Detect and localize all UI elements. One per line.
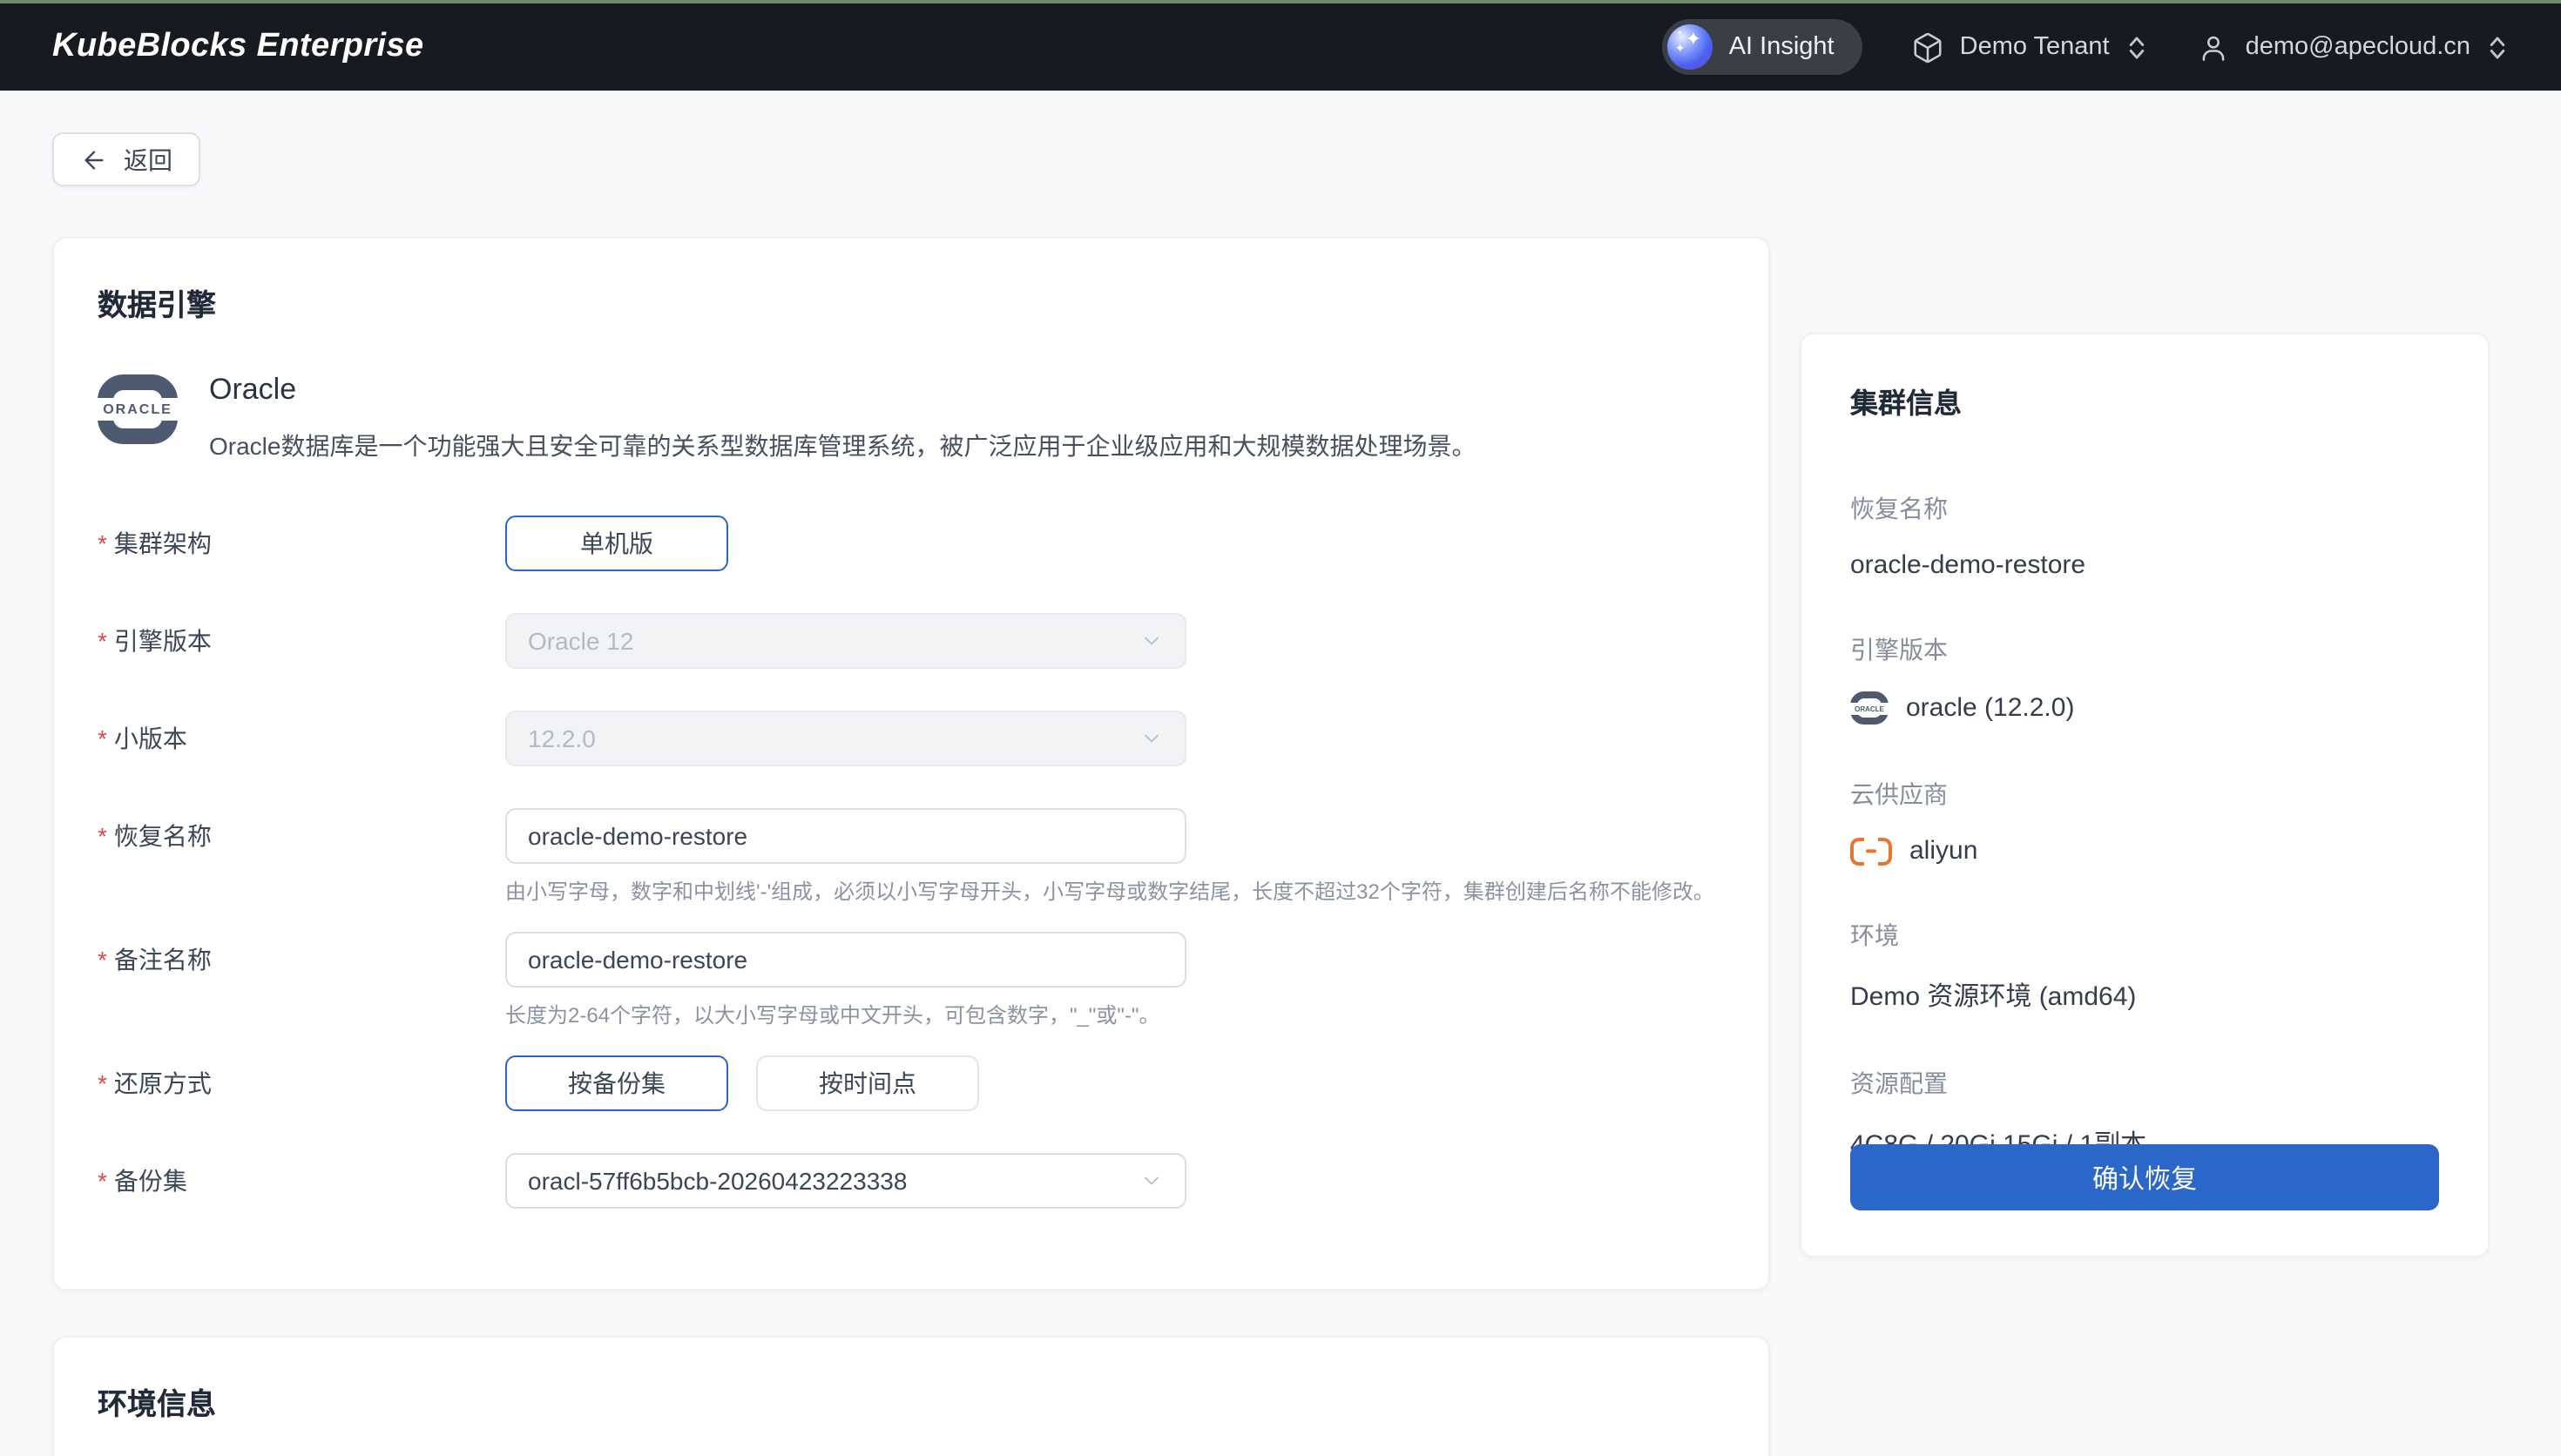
- required-asterisk: *: [98, 1166, 107, 1195]
- topbar-right-group: ✦ ✦ ✦ AI Insight Demo Tenant demo@apeclo…: [1662, 19, 2509, 75]
- engine-version-label: * 引擎版本: [98, 627, 212, 656]
- user-expand-icon: [2490, 36, 2505, 58]
- info-engine-version-label: 引擎版本: [1850, 636, 1948, 664]
- content-columns: 数据引擎 ORACLE Oracle Oracle数据库是一个功能强大且安全可靠…: [52, 237, 2509, 1456]
- required-asterisk: *: [98, 1068, 107, 1097]
- info-cloud-provider-value: aliyun: [1850, 836, 2439, 866]
- note-name-help: 长度为2-64个字符，以大小写字母或中文开头，可包含数字，"_"或"-"。: [505, 1003, 1160, 1028]
- form-row-backup-set: * 备份集 oracl-57ff6b5bcb-20260423223338: [98, 1152, 1725, 1209]
- page-body: 返回 数据引擎 ORACLE Oracle Oracle数据库是一个功能强大且安…: [0, 91, 2561, 1456]
- chevron-down-icon: [1145, 637, 1159, 646]
- minor-version-label: * 小版本: [98, 725, 187, 753]
- form-row-note-name: *备注名称 长度为2-64个字符，以大小写字母或中文开头，可包含数字，"_"或"…: [98, 932, 1725, 1031]
- restore-method-by-backup-button[interactable]: 按备份集: [505, 1055, 728, 1111]
- info-environment-value: Demo 资源环境 (amd64): [1850, 982, 2137, 1012]
- info-engine-version-value: ORACLE oracle (12.2.0): [1849, 691, 2439, 725]
- form-row-minor-version: * 小版本 12.2.0: [98, 711, 1725, 767]
- oracle-mini-icon: ORACLE: [1849, 691, 1889, 725]
- confirm-button-wrap: 确认恢复: [1850, 1144, 2439, 1210]
- restore-method-options: 按备份集 按时间点: [505, 1055, 979, 1111]
- data-engine-card: 数据引擎 ORACLE Oracle Oracle数据库是一个功能强大且安全可靠…: [52, 237, 1770, 1291]
- environment-info-title: 环境信息: [98, 1387, 216, 1421]
- user-menu[interactable]: demo@apecloud.cn: [2197, 30, 2509, 64]
- ai-insight-label: AI Insight: [1728, 33, 1835, 61]
- form-row-restore-name: *恢复名称 由小写字母，数字和中划线'-'组成，必须以小写字母开头，小写字母或数…: [98, 808, 1725, 908]
- restore-method-by-time-button[interactable]: 按时间点: [756, 1055, 979, 1111]
- tenant-selector[interactable]: Demo Tenant: [1911, 30, 2148, 64]
- restore-name-label: * 恢复名称: [98, 822, 212, 851]
- info-resources-label: 资源配置: [1850, 1069, 1948, 1097]
- tenant-expand-icon: [2129, 36, 2144, 58]
- engine-description: Oracle数据库是一个功能强大且安全可靠的关系型数据库管理系统，被广泛应用于企…: [209, 432, 1476, 460]
- tenant-name: Demo Tenant: [1959, 33, 2110, 61]
- user-icon: [2202, 35, 2224, 60]
- restore-name-field-group: 由小写字母，数字和中划线'-'组成，必须以小写字母开头，小写字母或数字结尾，长度…: [505, 808, 1714, 908]
- required-asterisk: *: [98, 822, 107, 851]
- engine-version-select[interactable]: Oracle 12: [505, 613, 1186, 670]
- form-row-engine-version: * 引擎版本 Oracle 12: [98, 613, 1725, 670]
- required-asterisk: *: [98, 529, 107, 558]
- arrow-left-icon: [84, 150, 104, 169]
- cluster-arch-standalone-button[interactable]: 单机版: [505, 516, 728, 572]
- restore-method-label: * 还原方式: [98, 1068, 212, 1097]
- note-name-field-group: 长度为2-64个字符，以大小写字母或中文开头，可包含数字，"_"或"-"。: [505, 932, 1186, 1031]
- cluster-info-card: 集群信息 恢复名称 oracle-demo-restore 引擎版本 ORACL…: [1800, 333, 2490, 1257]
- oracle-logo-icon: ORACLE: [98, 374, 178, 444]
- engine-texts: Oracle Oracle数据库是一个功能强大且安全可靠的关系型数据库管理系统，…: [209, 369, 1476, 464]
- environment-info-card: 环境信息: [52, 1335, 1770, 1456]
- chevron-down-icon: [1145, 1176, 1159, 1185]
- cluster-info-title: 集群信息: [1850, 390, 1963, 420]
- tenant-cube-icon: [1914, 31, 1942, 63]
- form-row-restore-method: * 还原方式 按备份集 按时间点: [98, 1055, 1725, 1111]
- info-restore-name-value: oracle-demo-restore: [1850, 550, 2086, 580]
- chevron-down-icon: [1145, 735, 1159, 744]
- info-cloud-provider-label: 云供应商: [1850, 780, 1948, 808]
- cluster-arch-label: * 集群架构: [98, 529, 212, 558]
- info-environment-label: 环境: [1850, 921, 1899, 949]
- back-button-label: 返回: [124, 145, 172, 173]
- ai-sparkle-icon: ✦ ✦ ✦: [1667, 24, 1713, 70]
- minor-version-value: 12.2.0: [528, 725, 596, 753]
- restore-name-help: 由小写字母，数字和中划线'-'组成，必须以小写字母开头，小写字母或数字结尾，长度…: [505, 880, 1714, 905]
- engine-name: Oracle: [209, 373, 297, 406]
- app-viewport: KubeBlocks Enterprise ✦ ✦ ✦ AI Insight D…: [0, 0, 2561, 1456]
- engine-header: ORACLE Oracle Oracle数据库是一个功能强大且安全可靠的关系型数…: [98, 369, 1725, 464]
- info-restore-name-label: 恢复名称: [1850, 495, 1948, 522]
- required-asterisk: *: [98, 946, 107, 974]
- confirm-restore-button[interactable]: 确认恢复: [1850, 1144, 2439, 1210]
- engine-version-value: Oracle 12: [528, 627, 634, 656]
- required-asterisk: *: [98, 725, 107, 753]
- restore-name-input[interactable]: [505, 808, 1186, 865]
- user-email: demo@apecloud.cn: [2245, 33, 2470, 61]
- data-engine-title: 数据引擎: [98, 289, 216, 322]
- left-column: 数据引擎 ORACLE Oracle Oracle数据库是一个功能强大且安全可靠…: [52, 237, 1770, 1456]
- form-row-cluster-arch: * 集群架构 单机版: [98, 516, 1725, 572]
- note-name-input[interactable]: [505, 932, 1186, 988]
- back-button[interactable]: 返回: [52, 132, 200, 186]
- backup-set-label: * 备份集: [98, 1166, 187, 1195]
- minor-version-select[interactable]: 12.2.0: [505, 711, 1186, 767]
- required-asterisk: *: [98, 627, 107, 656]
- aliyun-icon: [1850, 837, 1892, 865]
- backup-set-value: oracl-57ff6b5bcb-20260423223338: [528, 1166, 908, 1195]
- note-name-label: * 备注名称: [98, 946, 212, 974]
- app-logo: KubeBlocks Enterprise: [52, 28, 424, 64]
- ai-insight-button[interactable]: ✦ ✦ ✦ AI Insight: [1662, 19, 1862, 75]
- backup-set-select[interactable]: oracl-57ff6b5bcb-20260423223338: [505, 1152, 1186, 1209]
- top-bar: KubeBlocks Enterprise ✦ ✦ ✦ AI Insight D…: [0, 3, 2561, 91]
